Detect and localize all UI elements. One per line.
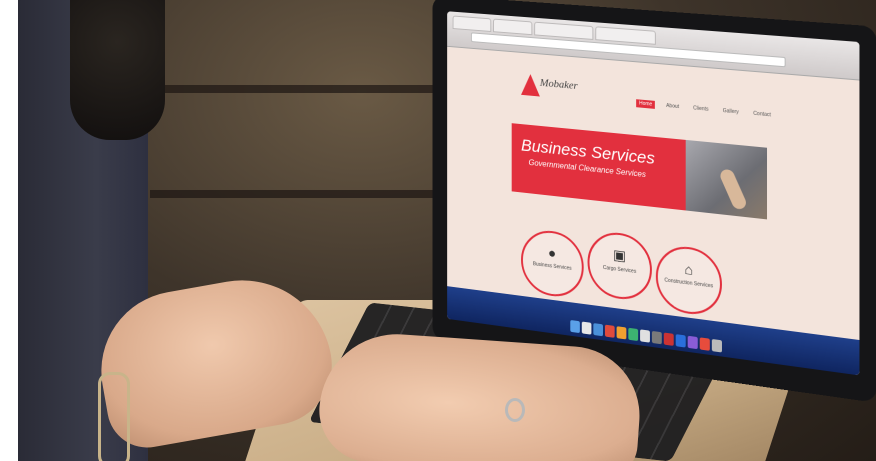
- app-icon[interactable]: [663, 332, 674, 346]
- tab-label: [454, 17, 491, 24]
- service-construction[interactable]: ⌂ Construction Services: [655, 243, 722, 318]
- finder-icon[interactable]: [570, 319, 580, 334]
- browser-tab[interactable]: [452, 15, 492, 32]
- browser-tab[interactable]: [493, 18, 533, 36]
- logo-triangle-icon: [521, 73, 540, 97]
- chrome-icon[interactable]: [604, 324, 615, 338]
- nav-home[interactable]: Home: [636, 99, 656, 109]
- app-icon[interactable]: [675, 334, 686, 348]
- service-cargo[interactable]: ▣ Cargo Services: [587, 229, 652, 303]
- site-logo[interactable]: Mobaker: [521, 73, 597, 103]
- white-border: [0, 0, 18, 461]
- tab-label: [596, 27, 655, 35]
- app-icon[interactable]: [687, 335, 698, 350]
- browser-chrome: [447, 11, 860, 81]
- nav-about[interactable]: About: [663, 102, 682, 112]
- hero-banner: Business Services Governmental Clearance…: [511, 123, 768, 220]
- laptop-screen: Mobaker Home About Clients Gallery Conta…: [447, 11, 860, 376]
- nav-clients[interactable]: Clients: [690, 104, 711, 114]
- tab-label: [494, 20, 531, 27]
- logo-text: Mobaker: [539, 76, 578, 93]
- trash-icon[interactable]: [711, 338, 722, 353]
- person-hair: [70, 0, 165, 140]
- site-nav: Home About Clients Gallery Contact: [636, 99, 774, 119]
- app-icon[interactable]: [651, 330, 662, 345]
- app-icon[interactable]: [628, 327, 639, 342]
- photo-scene: Mobaker Home About Clients Gallery Conta…: [0, 0, 876, 461]
- safari-icon[interactable]: [593, 323, 604, 337]
- app-icon[interactable]: [699, 337, 710, 351]
- background-shelf: [150, 190, 450, 198]
- service-business[interactable]: ● Business Services: [521, 227, 584, 301]
- launchpad-icon[interactable]: [581, 321, 592, 335]
- app-icon[interactable]: [640, 329, 650, 343]
- app-icon[interactable]: [616, 326, 627, 340]
- banner-photo: [685, 139, 768, 220]
- ring: [505, 398, 525, 422]
- nav-contact[interactable]: Contact: [750, 109, 774, 119]
- tab-label: [535, 23, 592, 31]
- nav-gallery[interactable]: Gallery: [720, 107, 742, 117]
- bracelet: [98, 372, 130, 461]
- pointing-finger: [718, 167, 749, 211]
